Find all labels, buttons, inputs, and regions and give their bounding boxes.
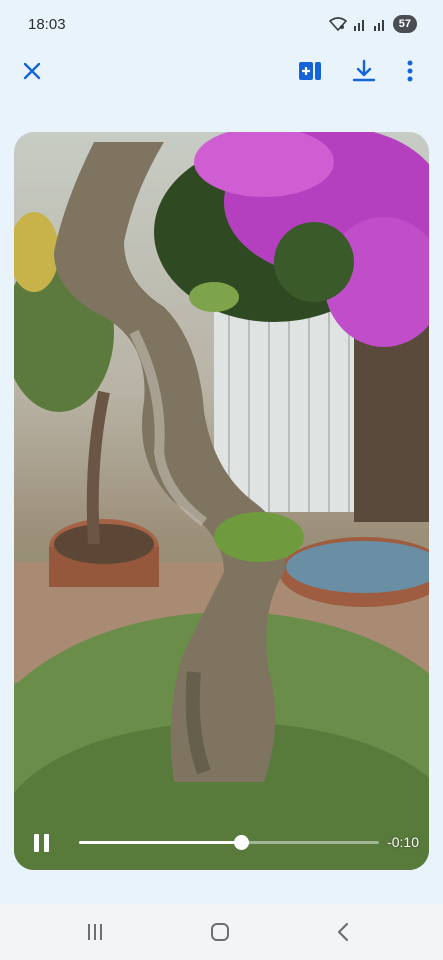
battery-level: 57 — [392, 15, 417, 33]
close-button[interactable] — [17, 56, 47, 86]
status-bar: 18:03 57 — [0, 0, 443, 48]
video-image — [14, 132, 429, 870]
pause-button[interactable] — [32, 832, 52, 854]
signal-icon — [353, 19, 364, 31]
seek-progress — [79, 841, 241, 844]
add-to-drive-icon — [299, 62, 321, 80]
time-remaining: -0:10 — [387, 834, 419, 850]
home-icon — [211, 923, 229, 941]
video-controls: -0:10 — [14, 822, 429, 864]
back-icon — [337, 922, 349, 942]
seek-bar[interactable] — [79, 835, 379, 850]
more-vert-icon — [407, 60, 413, 82]
viewer-toolbar — [0, 50, 443, 92]
more-options-button[interactable] — [395, 56, 425, 86]
status-icons: 57 — [328, 15, 417, 33]
home-button[interactable] — [205, 918, 235, 946]
add-to-drive-button[interactable] — [295, 56, 325, 86]
system-nav-bar — [0, 904, 443, 960]
recents-button[interactable] — [80, 918, 110, 946]
close-icon — [23, 62, 41, 80]
seek-thumb[interactable] — [234, 835, 249, 850]
pause-icon — [34, 834, 49, 852]
video-frame[interactable] — [14, 132, 429, 870]
download-icon — [352, 59, 376, 82]
signal-icon — [373, 19, 384, 31]
status-time: 18:03 — [28, 15, 66, 33]
recents-icon — [88, 924, 102, 940]
download-button[interactable] — [349, 56, 379, 86]
back-button[interactable] — [328, 918, 358, 946]
wifi-icon — [328, 17, 347, 31]
